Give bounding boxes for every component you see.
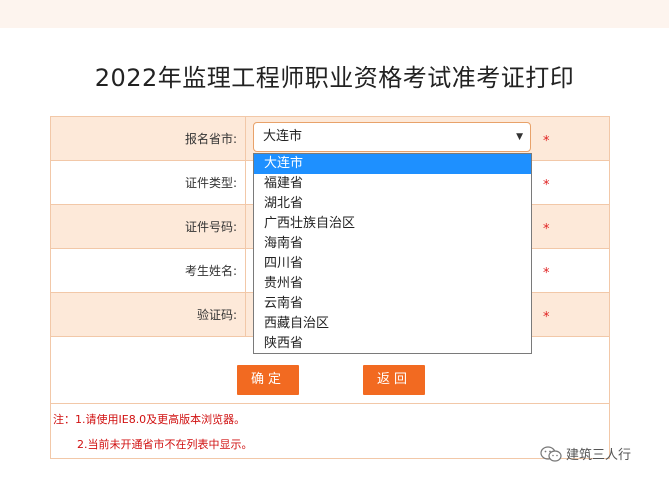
dropdown-option[interactable]: 贵州省	[254, 274, 531, 294]
notes: 注：1.请使用IE8.0及更高版本浏览器。 2.当前未开通省市不在列表中显示。	[51, 404, 609, 458]
dropdown-option[interactable]: 大连市	[254, 154, 531, 174]
wechat-icon	[540, 445, 562, 462]
province-select[interactable]: 大连市 ▼	[253, 122, 531, 152]
dropdown-option[interactable]: 福建省	[254, 174, 531, 194]
province-label: 报名省市:	[51, 117, 246, 160]
dropdown-option[interactable]: 广西壮族自治区	[254, 214, 531, 234]
dropdown-arrow-icon[interactable]: ▼	[516, 123, 523, 151]
province-dropdown-list[interactable]: 大连市 福建省 湖北省 广西壮族自治区 海南省 四川省 贵州省 云南省 西藏自治…	[253, 153, 532, 354]
dropdown-option[interactable]: 云南省	[254, 294, 531, 314]
name-label: 考生姓名:	[51, 249, 246, 292]
top-band	[0, 0, 669, 28]
dropdown-option[interactable]: 海南省	[254, 234, 531, 254]
dropdown-option[interactable]: 西藏自治区	[254, 314, 531, 334]
captcha-label: 验证码:	[51, 293, 246, 336]
confirm-button[interactable]: 确定	[237, 365, 299, 395]
dropdown-option[interactable]: 湖北省	[254, 194, 531, 214]
province-select-value: 大连市	[263, 129, 303, 144]
required-mark: *	[543, 178, 550, 193]
note-line-1: 注：1.请使用IE8.0及更高版本浏览器。	[53, 413, 246, 426]
required-mark: *	[543, 134, 550, 149]
dropdown-option[interactable]: 四川省	[254, 254, 531, 274]
note-line-2: 2.当前未开通省市不在列表中显示。	[77, 438, 253, 451]
required-mark: *	[543, 222, 550, 237]
watermark: 建筑三人行	[540, 444, 631, 463]
back-button[interactable]: 返回	[363, 365, 425, 395]
id-type-label: 证件类型:	[51, 161, 246, 204]
required-mark: *	[543, 266, 550, 281]
required-mark: *	[543, 310, 550, 325]
id-number-label: 证件号码:	[51, 205, 246, 248]
page-title: 2022年监理工程师职业资格考试准考证打印	[94, 64, 575, 92]
watermark-text: 建筑三人行	[566, 448, 632, 463]
dropdown-option[interactable]: 陕西省	[254, 334, 531, 354]
